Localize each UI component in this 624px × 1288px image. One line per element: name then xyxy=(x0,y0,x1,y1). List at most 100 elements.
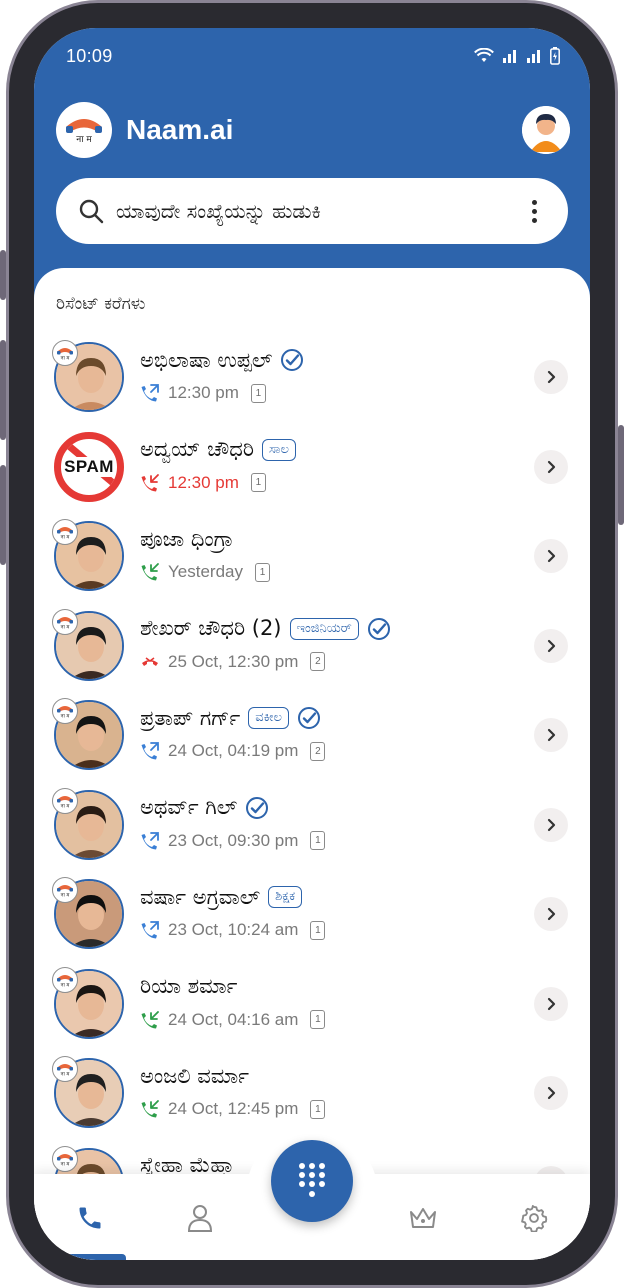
svg-text:ना म: ना म xyxy=(61,356,71,361)
brand: ना म Naam.ai xyxy=(56,102,233,158)
name-row: ರಿಯಾ ಶರ್ಮಾ xyxy=(140,971,237,1003)
chevron-right-icon xyxy=(547,907,556,921)
nav-settings[interactable] xyxy=(518,1202,550,1234)
contact-name: ವರ್ಷಾ ಅಗ್ರವಾಲ್ xyxy=(140,884,261,909)
contact-name: ಶೇಖರ್ ಚೌಧರಿ (2) xyxy=(140,616,282,640)
screen: 10:09 ना म Naam.ai ಯಾವುದೇ ಸಂಖ್ಯೆಯನ್ನು ಹು… xyxy=(34,28,590,1260)
verified-icon xyxy=(367,617,390,640)
call-count: 1 xyxy=(250,473,266,492)
app-badge-icon: ना म xyxy=(52,340,78,366)
name-row: ಪ್ರತಾಪ್ ಗರ್ಗ್ ವಕೀಲ xyxy=(140,702,321,734)
call-item[interactable]: ना म ಪ್ರತಾಪ್ ಗರ್ಗ್ ವಕೀಲ 24 Oct, 04:19 pm 2 xyxy=(34,698,590,788)
svg-text:ना म: ना म xyxy=(61,624,71,629)
spam-avatar: SPAM xyxy=(54,431,124,502)
avatar-wrap: ना म xyxy=(52,340,124,412)
call-details-button[interactable] xyxy=(534,986,568,1021)
call-item[interactable]: ना म ರಿಯಾ ಶರ್ಮಾ 24 Oct, 04:16 am 1 xyxy=(34,966,590,1057)
nav-premium[interactable] xyxy=(407,1202,439,1234)
phone-icon xyxy=(79,1207,101,1229)
profile-avatar[interactable] xyxy=(522,106,570,154)
call-details-button[interactable] xyxy=(534,628,568,663)
meta-row: 24 Oct, 04:19 pm 2 xyxy=(140,738,326,764)
premium-crown-icon xyxy=(410,1208,436,1228)
call-details-button[interactable] xyxy=(534,1076,568,1110)
declined-call-icon xyxy=(140,652,160,672)
nav-phone[interactable] xyxy=(74,1202,106,1234)
app-badge-icon: ना म xyxy=(52,877,78,903)
search-icon xyxy=(79,199,104,224)
call-count: 1 xyxy=(310,1010,326,1029)
call-item[interactable]: ना म ಪೂಜಾ ಧಿಂಗ್ರಾ Yesterday 1 xyxy=(34,519,590,609)
search-bar[interactable]: ಯಾವುದೇ ಸಂಖ್ಯೆಯನ್ನು ಹುಡುಕಿ xyxy=(56,178,568,244)
battery-icon xyxy=(550,47,560,65)
call-details-button[interactable] xyxy=(534,718,568,752)
more-options-icon[interactable] xyxy=(522,195,546,227)
chevron-right-icon xyxy=(547,639,556,652)
profession-tag: ವಕೀಲ xyxy=(248,707,289,729)
settings-gear-icon xyxy=(521,1205,548,1232)
call-time: 23 Oct, 10:24 am xyxy=(168,920,299,939)
nav-contacts[interactable] xyxy=(184,1202,216,1234)
chevron-right-icon xyxy=(547,818,556,831)
signal-icon-2 xyxy=(527,50,540,63)
app-badge-icon: ना म xyxy=(52,698,78,724)
name-row: ಅಥರ್ವ್ ಗಿಲ್ xyxy=(140,792,269,824)
call-count: 2 xyxy=(310,741,326,761)
contact-name: ಪೂಜಾ ಧಿಂಗ್ರಾ xyxy=(140,526,234,551)
svg-text:ना म: ना म xyxy=(61,803,71,808)
status-bar: 10:09 xyxy=(34,28,590,84)
profession-tag: ಶಿಕ್ಷಕ xyxy=(268,886,303,908)
avatar-wrap: ना म xyxy=(52,1056,124,1128)
avatar-wrap: ना म xyxy=(52,698,124,770)
app-badge-icon: ना म xyxy=(52,966,78,993)
svg-text:ना म: ना म xyxy=(61,982,71,987)
call-list: ना म ಅಭಿಲಾಷಾ ಉಪ್ಪಲ್ 12:30 pm 1 SPAM ಅದ್ವಯ್ ಚೌ… xyxy=(34,340,590,1235)
call-item[interactable]: ना म ವರ್ಷಾ ಅಗ್ರವಾಲ್ ಶಿಕ್ಷಕ 23 Oct, 10:24 am… xyxy=(34,877,590,967)
app-badge-icon: ना म xyxy=(52,787,78,814)
side-button-volume-up xyxy=(0,340,6,440)
app-badge-icon: ना म xyxy=(52,1056,78,1082)
contact-name: ಅಂಜಲಿ ವರ್ಮಾ xyxy=(140,1063,250,1088)
meta-row: 12:30 pm 1 xyxy=(140,470,266,496)
side-button-power xyxy=(618,425,624,525)
meta-row: 24 Oct, 04:16 am 1 xyxy=(140,1007,326,1033)
call-time: 12:30 pm xyxy=(168,472,239,492)
app-badge-icon: ना म xyxy=(52,1145,78,1172)
call-item[interactable]: SPAM ಅದ್ವಯ್ ಚೌಧರಿ ಸಾಲ 12:30 pm 1 xyxy=(34,430,590,520)
meta-row: 25 Oct, 12:30 pm 2 xyxy=(140,649,326,675)
incoming-call-icon xyxy=(140,1010,160,1030)
contact-name: ಪ್ರತಾಪ್ ಗರ್ಗ್ xyxy=(140,705,241,730)
chevron-right-icon xyxy=(547,1086,556,1100)
wifi-icon xyxy=(474,48,494,62)
avatar-wrap: ना म xyxy=(52,877,124,949)
chevron-right-icon xyxy=(547,370,556,384)
call-details-button[interactable] xyxy=(534,539,568,573)
status-time: 10:09 xyxy=(66,45,113,66)
call-time: 23 Oct, 09:30 pm xyxy=(168,830,299,850)
call-item[interactable]: ना म ಅಭಿಲಾಷಾ ಉಪ್ಪಲ್ 12:30 pm 1 xyxy=(34,340,590,430)
chevron-right-icon xyxy=(547,460,556,473)
call-item[interactable]: ना म ಅಥರ್ವ್ ಗಿಲ್ 23 Oct, 09:30 pm 1 xyxy=(34,787,590,878)
contacts-icon xyxy=(187,1205,213,1232)
name-row: ಅಭಿಲಾಷಾ ಉಪ್ಪಲ್ xyxy=(140,344,304,376)
missed-call-icon xyxy=(140,473,160,493)
call-details-button[interactable] xyxy=(534,807,568,842)
app-logo-icon: ना म xyxy=(56,102,112,158)
call-time: 24 Oct, 04:16 am xyxy=(168,1009,299,1029)
call-item[interactable]: ना म ಶೇಖರ್ ಚೌಧರಿ (2) ಇಂಜಿನಿಯರ್ 25 Oct, 12:3… xyxy=(34,608,590,699)
svg-text:ना म: ना म xyxy=(61,714,71,719)
app-bar: ना म Naam.ai xyxy=(56,102,570,158)
status-icons xyxy=(474,47,560,65)
call-details-button[interactable] xyxy=(534,449,568,484)
search-input[interactable]: ಯಾವುದೇ ಸಂಖ್ಯೆಯನ್ನು ಹುಡುಕಿ xyxy=(116,199,522,223)
dialpad-button[interactable] xyxy=(271,1140,353,1222)
call-count: 1 xyxy=(310,831,326,850)
meta-row: 23 Oct, 10:24 am 1 xyxy=(140,917,326,943)
avatar-wrap: SPAM xyxy=(54,431,124,502)
call-details-button[interactable] xyxy=(534,360,568,394)
outgoing-call-icon xyxy=(140,831,160,851)
nav-active-indicator xyxy=(54,1254,126,1260)
avatar-wrap: ना म xyxy=(52,519,124,591)
meta-row: 23 Oct, 09:30 pm 1 xyxy=(140,828,326,854)
call-details-button[interactable] xyxy=(534,897,568,931)
